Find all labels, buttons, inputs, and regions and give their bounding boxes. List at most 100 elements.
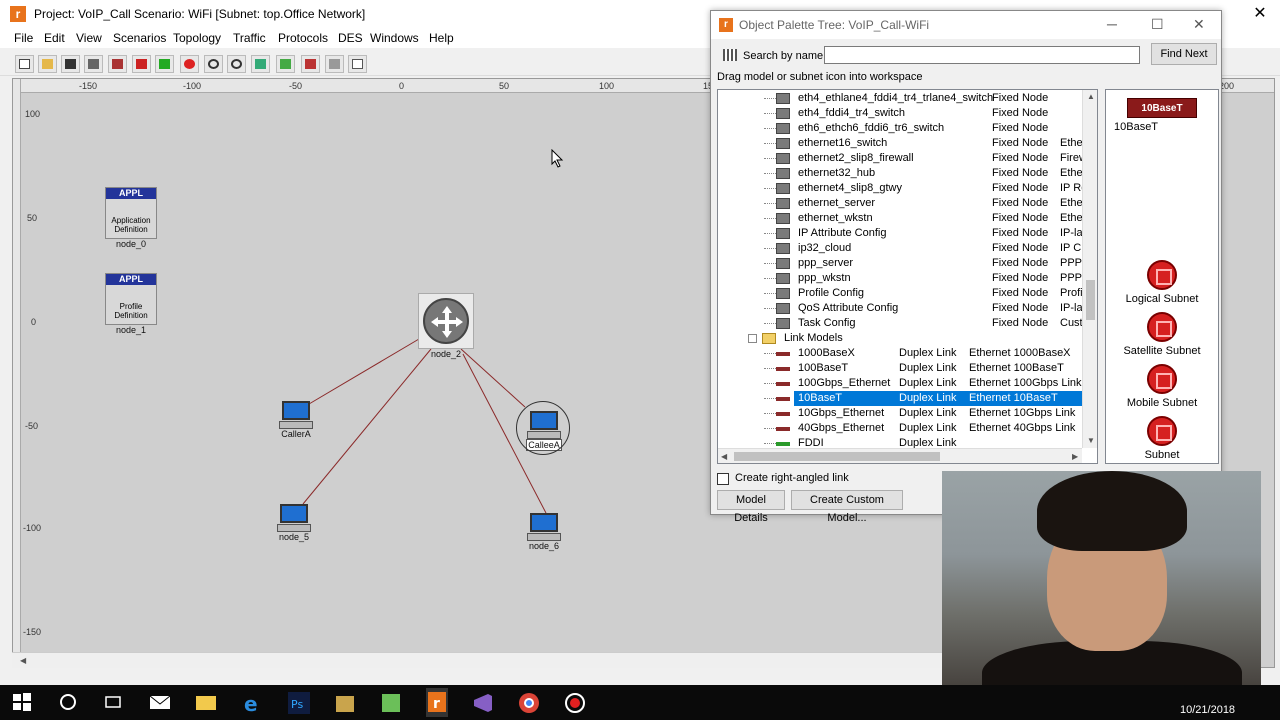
tree-row-node-model[interactable]: ppp_server Fixed Node PPP xyxy=(718,256,1082,271)
node-callee-a[interactable]: CalleeA xyxy=(516,401,572,455)
tree-folder-link-models[interactable]: Link Models xyxy=(718,331,1082,346)
search-input[interactable] xyxy=(824,46,1140,64)
tree-row-node-model[interactable]: eth4_ethlane4_fddi4_tr4_trlane4_switch Fi… xyxy=(718,91,1082,106)
tree-row-node-model[interactable]: ethernet2_slip8_firewall Fixed Node Firew xyxy=(718,151,1087,166)
menu-windows[interactable]: Windows xyxy=(370,31,419,45)
ace-icon[interactable] xyxy=(251,55,270,73)
open-icon[interactable] xyxy=(38,55,57,73)
chrome-icon[interactable] xyxy=(518,692,540,714)
link-desc: Ethernet 100Gbps Link xyxy=(969,377,1082,389)
annotation-icon[interactable] xyxy=(180,55,199,73)
node-workstation-6[interactable]: node_6 xyxy=(526,513,562,551)
model-details-button[interactable]: Model Details xyxy=(717,490,785,524)
failure-icon[interactable] xyxy=(132,55,151,73)
tree-row-link-model[interactable]: 40Gbps_Ethernet Duplex Link Ethernet 40Gbp… xyxy=(718,421,1082,436)
results-icon[interactable] xyxy=(301,55,320,73)
tree-row-link-model[interactable]: 10Gbps_Ethernet Duplex Link Ethernet 10Gbp… xyxy=(718,406,1082,421)
palette-item-subnet[interactable]: Subnet xyxy=(1106,416,1218,461)
tree-row-node-model[interactable]: IP Attribute Config Fixed Node IP-lay xyxy=(718,226,1088,241)
palette-item-mobile-subnet[interactable]: Mobile Subnet xyxy=(1106,364,1218,409)
visual-studio-icon[interactable] xyxy=(472,692,494,714)
tree-horizontal-scrollbar[interactable]: ◀ ▶ xyxy=(718,448,1082,463)
tree-vertical-scrollbar[interactable]: ▲ ▼ xyxy=(1082,90,1097,448)
riverbed-icon[interactable]: r xyxy=(426,688,448,717)
object-tree[interactable]: eth4_ethlane4_fddi4_tr4_trlane4_switch Fi… xyxy=(717,89,1098,464)
model-desc: PPP xyxy=(1060,257,1083,269)
tree-row-node-model[interactable]: ip32_cloud Fixed Node IP Cl xyxy=(718,241,1084,256)
graph-icon[interactable] xyxy=(348,55,367,73)
windows-start-icon[interactable] xyxy=(12,692,34,714)
minimize-icon[interactable]: ─ xyxy=(1107,16,1117,32)
link-name: 40Gbps_Ethernet xyxy=(798,422,885,434)
find-next-button[interactable]: Find Next xyxy=(1151,43,1217,65)
new-icon[interactable] xyxy=(15,55,34,73)
simulate-icon[interactable] xyxy=(276,55,295,73)
menu-des[interactable]: DES xyxy=(338,31,363,45)
tree-row-node-model[interactable]: ethernet_server Fixed Node Ethe xyxy=(718,196,1083,211)
menu-edit[interactable]: Edit xyxy=(44,31,65,45)
tree-row-node-model[interactable]: QoS Attribute Config Fixed Node IP-lay xyxy=(718,301,1088,316)
file-explorer-icon[interactable] xyxy=(195,692,217,714)
app-icon: r xyxy=(10,6,26,22)
save-icon[interactable] xyxy=(61,55,80,73)
model-desc: Ethe xyxy=(1060,212,1083,224)
recover-icon[interactable] xyxy=(155,55,174,73)
tree-row-link-model[interactable]: 1000BaseX Duplex Link Ethernet 1000BaseX xyxy=(718,346,1082,361)
palette-item-satellite-subnet[interactable]: Satellite Subnet xyxy=(1106,312,1218,357)
tree-row-link-model[interactable]: 100BaseT Duplex Link Ethernet 100BaseT xyxy=(718,361,1082,376)
tool-icon[interactable] xyxy=(334,692,356,714)
menu-view[interactable]: View xyxy=(76,31,102,45)
application-definition-icon: APPL Application Definition xyxy=(105,187,157,239)
menu-traffic[interactable]: Traffic xyxy=(233,31,266,45)
photoshop-icon[interactable]: Ps xyxy=(288,692,310,714)
link-node2-callera[interactable] xyxy=(308,338,420,405)
tree-row-node-model[interactable]: Task Config Fixed Node Custo xyxy=(718,316,1089,331)
node-profile-definition[interactable]: APPL Profile Definition node_1 xyxy=(105,273,157,335)
record-icon[interactable] xyxy=(564,692,586,714)
model-kind: Fixed Node xyxy=(992,152,1049,164)
tree-row-node-model[interactable]: ethernet4_slip8_gtwy Fixed Node IP Ro xyxy=(718,181,1087,196)
zoom-out-icon[interactable] xyxy=(227,55,246,73)
print-icon[interactable] xyxy=(84,55,103,73)
menu-scenarios[interactable]: Scenarios xyxy=(113,31,166,45)
mail-icon[interactable] xyxy=(149,692,171,714)
node-workstation-5[interactable]: node_5 xyxy=(276,504,312,542)
menu-topology[interactable]: Topology xyxy=(173,31,221,45)
edit-attributes-icon[interactable] xyxy=(325,55,344,73)
model-icon xyxy=(776,213,790,224)
model-kind: Fixed Node xyxy=(992,287,1049,299)
tree-row-node-model[interactable]: ethernet32_hub Fixed Node Ethe xyxy=(718,166,1083,181)
close-icon[interactable]: ✕ xyxy=(1240,0,1280,28)
maximize-icon[interactable]: ☐ xyxy=(1151,16,1164,33)
menu-file[interactable]: File xyxy=(14,31,33,45)
close-icon[interactable]: ✕ xyxy=(1193,16,1205,33)
tree-row-node-model[interactable]: ethernet16_switch Fixed Node Ethe xyxy=(718,136,1083,151)
model-kind: Fixed Node xyxy=(992,302,1049,314)
node-application-definition[interactable]: APPL Application Definition node_0 xyxy=(105,187,157,249)
edge-icon[interactable]: e xyxy=(242,692,264,716)
collapse-icon[interactable] xyxy=(748,334,757,343)
task-view-icon[interactable] xyxy=(103,692,125,714)
tree-row-link-model[interactable]: 100Gbps_Ethernet Duplex Link Ethernet 100G… xyxy=(718,376,1082,391)
menu-protocols[interactable]: Protocols xyxy=(278,31,328,45)
cortana-icon[interactable] xyxy=(58,692,80,714)
tree-row-node-model[interactable]: Profile Config Fixed Node Profil xyxy=(718,286,1085,301)
create-custom-model-button[interactable]: Create Custom Model... xyxy=(791,490,903,524)
zoom-in-icon[interactable] xyxy=(204,55,223,73)
node-config-icon[interactable] xyxy=(108,55,127,73)
node-caller-a[interactable]: CallerA xyxy=(278,401,314,439)
tree-row-node-model[interactable]: ppp_wkstn Fixed Node PPP xyxy=(718,271,1082,286)
menu-help[interactable]: Help xyxy=(429,31,454,45)
link-node2-node5[interactable] xyxy=(302,348,432,505)
palette-item-10baset[interactable]: 10BaseT 10BaseT xyxy=(1106,98,1218,133)
model-name: Profile Config xyxy=(798,287,865,299)
right-angled-checkbox[interactable] xyxy=(717,473,729,485)
tree-row-node-model[interactable]: eth4_fddi4_tr4_switch Fixed Node xyxy=(718,106,1082,121)
tree-row-node-model[interactable]: eth6_ethch6_fddi6_tr6_switch Fixed Node xyxy=(718,121,1082,136)
notepad-icon[interactable] xyxy=(380,692,402,714)
node-router[interactable]: node_2 xyxy=(418,293,474,359)
palette-item-logical-subnet[interactable]: Logical Subnet xyxy=(1106,260,1218,305)
tree-row-link-selected[interactable]: 10BaseT Duplex Link Ethernet 10BaseT xyxy=(764,391,1082,406)
node-label: node_1 xyxy=(115,325,147,335)
tree-row-node-model[interactable]: ethernet_wkstn Fixed Node Ethe xyxy=(718,211,1083,226)
